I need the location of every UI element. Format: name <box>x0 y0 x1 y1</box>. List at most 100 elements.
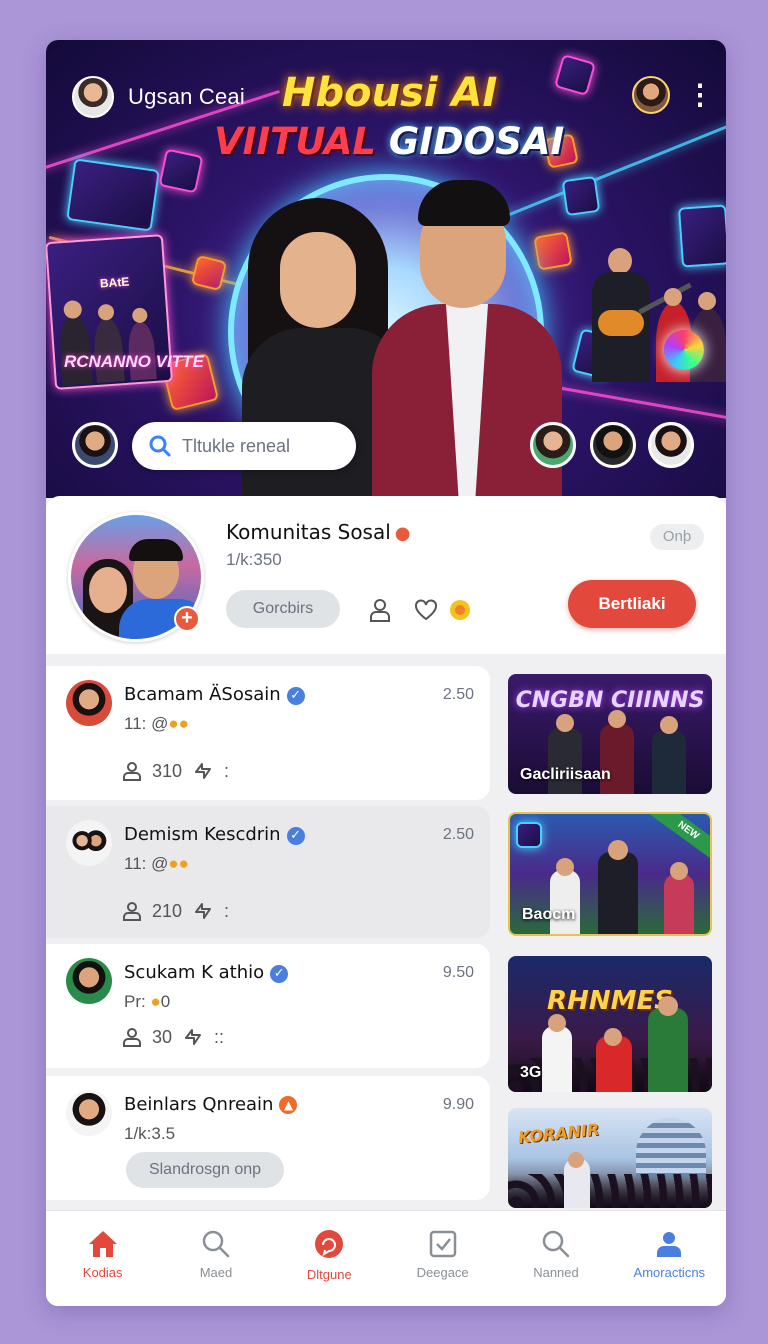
post-tag-button[interactable]: Slandrosgn onp <box>126 1152 284 1188</box>
hero-user-avatar[interactable] <box>72 76 114 118</box>
post-time: 9.50 <box>442 964 474 981</box>
hero-banner: BAtE RCNANNO VITTE Ugsan Ceai Hbousi AI … <box>46 40 726 498</box>
nav-chat[interactable]: Dltgune <box>273 1211 386 1306</box>
user-icon <box>123 902 141 921</box>
more-options-icon[interactable]: ⋮ <box>686 80 714 114</box>
chat-bubble-icon <box>315 1230 344 1258</box>
post-meta: 310 : <box>122 760 229 782</box>
performer <box>648 1008 688 1092</box>
share-icon[interactable] <box>182 1026 204 1048</box>
video-thumbnail[interactable]: RHNMES 3G <box>508 956 712 1092</box>
share-icon[interactable] <box>192 900 214 922</box>
floating-video-tile <box>677 204 726 268</box>
post-author-avatar[interactable] <box>66 958 112 1004</box>
share-icon[interactable] <box>192 760 214 782</box>
thumbnail-label: Baocm <box>522 906 576 923</box>
hero-title-word: GIDOSAI <box>388 120 565 163</box>
like-count: 310 <box>152 760 183 781</box>
video-thumbnail[interactable]: NEW Baocm <box>508 812 712 936</box>
search-icon <box>202 1230 230 1258</box>
friend-avatar[interactable] <box>590 422 636 468</box>
top-right-avatar[interactable] <box>632 76 670 114</box>
more-icon[interactable]: : <box>224 901 229 922</box>
nav-search[interactable]: Maed <box>159 1211 272 1306</box>
color-orb <box>664 330 704 370</box>
profile-icon <box>657 1232 682 1257</box>
user-icon <box>123 762 141 781</box>
hair <box>418 180 510 226</box>
performer-head <box>658 996 678 1016</box>
post-author-name: Beinlars Qnreain ▲ <box>124 1094 298 1115</box>
post-author-avatar[interactable] <box>66 680 112 726</box>
performer-head <box>556 714 574 732</box>
community-name-text: Komunitas Sosal <box>226 520 391 544</box>
post-author-name-text: Beinlars Qnreain <box>124 1094 274 1115</box>
post-card[interactable]: Beinlars Qnreain ▲ 9.90 1/k:3.5 Slandrosg… <box>46 1076 490 1200</box>
add-photo-button[interactable]: + <box>174 606 200 632</box>
heart-icon[interactable] <box>412 596 440 624</box>
user-icon[interactable] <box>366 596 394 624</box>
performer-head <box>556 858 574 876</box>
hero-user-name: Ugsan Ceai <box>128 84 245 109</box>
join-button[interactable]: Bertliaki <box>568 580 696 628</box>
more-icon[interactable]: : <box>224 761 229 782</box>
performer-head <box>604 1028 622 1046</box>
post-author-name: Demism Kescdrin ✓ <box>124 824 305 845</box>
post-subtitle-text: 11: @ <box>124 714 169 733</box>
emoji-icon: ● <box>150 992 161 1011</box>
post-subtitle-number: 0 <box>160 992 171 1011</box>
post-card[interactable]: Bcamam ÄSosain ✓ 2.50 11: @●● 310 : <box>46 666 490 800</box>
home-icon <box>88 1231 117 1257</box>
community-name: Komunitas Sosal ● <box>226 520 411 544</box>
nav-label: Kodias <box>82 1265 123 1280</box>
friend-avatar[interactable] <box>72 422 118 468</box>
floating-app-tile <box>561 175 601 217</box>
thumbnail-title: KORANIR <box>517 1119 601 1148</box>
nav-profile[interactable]: Amoracticns <box>613 1211 726 1306</box>
hair <box>129 539 183 561</box>
nav-label: Deegace <box>416 1265 469 1280</box>
floating-app-tile <box>190 254 228 292</box>
nav-explore[interactable]: Nanned <box>499 1211 612 1306</box>
more-icon[interactable]: :: <box>214 1027 224 1048</box>
post-author-name: Scukam K athio ✓ <box>124 962 289 983</box>
video-thumbnail[interactable]: CNGBN CIIINNS Gacliriisaan <box>508 674 712 794</box>
online-status-badge: Onþ <box>650 524 704 550</box>
thumbnail-label: Gacliriisaan <box>520 766 611 783</box>
nav-label: Nanned <box>533 1265 579 1280</box>
friend-avatar[interactable] <box>530 422 576 468</box>
emoji-icon: ●● <box>168 714 189 733</box>
post-author-avatar[interactable] <box>66 1090 112 1136</box>
performer <box>598 852 638 934</box>
secondary-action-button[interactable]: Gorcbirs <box>226 590 340 628</box>
hero-search-bar[interactable]: Tltukle reneal <box>132 422 356 470</box>
performer <box>652 730 686 794</box>
floating-app-tile <box>553 53 597 97</box>
fire-icon: ● <box>394 523 411 544</box>
mini-person-head <box>131 307 148 324</box>
crowd <box>508 1174 712 1208</box>
emoji-icon: ●● <box>168 854 189 873</box>
user-icon <box>123 1028 141 1047</box>
post-author-avatar[interactable] <box>66 820 112 866</box>
nav-home[interactable]: Kodias <box>46 1211 159 1306</box>
app-screen: BAtE RCNANNO VITTE Ugsan Ceai Hbousi AI … <box>46 40 726 1306</box>
hero-title-line1: Hbousi AI <box>282 70 498 116</box>
floating-video-tile <box>66 158 160 232</box>
video-thumbnail[interactable]: KORANIR <box>508 1108 712 1208</box>
performer-head <box>660 716 678 734</box>
post-card[interactable]: Scukam K athio ✓ 9.50 Pr: ●0 30 :: <box>46 944 490 1068</box>
mini-person <box>92 317 125 384</box>
verified-icon: ✓ <box>286 827 305 845</box>
member-count: 1/k:350 <box>226 550 282 569</box>
guitar-icon <box>598 310 644 336</box>
emoji-icon[interactable] <box>446 596 474 624</box>
post-author-name: Bcamam ÄSosain ✓ <box>124 684 305 705</box>
nav-tasks[interactable]: Deegace <box>386 1211 499 1306</box>
post-card[interactable]: Demism Kescdrin ✓ 2.50 11: @●● 210 : <box>46 806 490 938</box>
floating-app-tile <box>158 148 204 194</box>
post-subtitle: 11: @●● <box>124 714 189 734</box>
nav-label: Dltgune <box>306 1267 352 1282</box>
friend-avatar[interactable] <box>648 422 694 468</box>
post-time: 2.50 <box>442 686 474 703</box>
